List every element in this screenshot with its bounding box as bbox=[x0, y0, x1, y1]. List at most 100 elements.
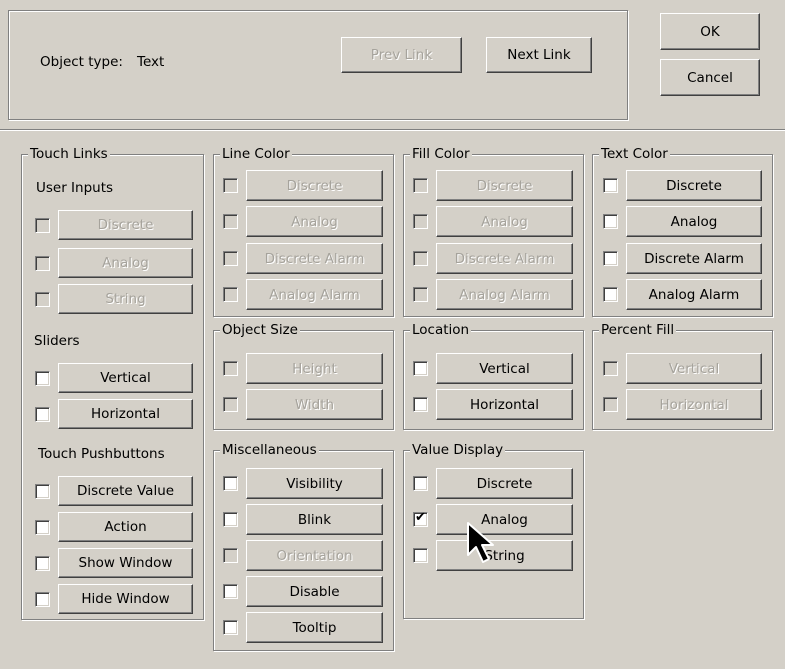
text-color-analog-alarm-label: Analog Alarm bbox=[648, 286, 740, 303]
fill-color-discrete-checkbox[interactable] bbox=[413, 178, 428, 193]
location-horizontal-label: Horizontal bbox=[470, 396, 539, 413]
pushbuttons-hide-window-button[interactable]: Hide Window bbox=[58, 584, 193, 614]
user-inputs-string-checkbox[interactable] bbox=[35, 292, 50, 307]
touch-links-title: Touch Links bbox=[28, 146, 110, 162]
pushbuttons-show-window-button[interactable]: Show Window bbox=[58, 548, 193, 578]
fill-color-analog-alarm-button[interactable]: Analog Alarm bbox=[436, 279, 573, 310]
prev-link-button[interactable]: Prev Link bbox=[341, 37, 462, 73]
sliders-vertical-checkbox[interactable] bbox=[35, 371, 50, 386]
pushbuttons-discrete-value-button[interactable]: Discrete Value bbox=[58, 476, 193, 506]
location-horizontal-checkbox[interactable] bbox=[413, 397, 428, 412]
text-color-analog-alarm-button[interactable]: Analog Alarm bbox=[626, 279, 762, 310]
misc-visibility-checkbox[interactable] bbox=[223, 476, 238, 491]
value-display-analog-checkbox[interactable]: ✔ bbox=[413, 510, 428, 527]
misc-disable-checkbox[interactable] bbox=[223, 584, 238, 599]
line-color-discrete-label: Discrete bbox=[286, 177, 343, 194]
user-inputs-string-button[interactable]: String bbox=[58, 284, 193, 314]
percent-fill-horizontal-checkbox[interactable] bbox=[603, 397, 618, 412]
user-inputs-analog-button[interactable]: Analog bbox=[58, 248, 193, 278]
misc-tooltip-checkbox[interactable] bbox=[223, 620, 238, 635]
pushbuttons-hide-window-label: Hide Window bbox=[81, 591, 170, 607]
text-color-analog-alarm-checkbox[interactable] bbox=[603, 287, 618, 302]
pushbuttons-discrete-value-checkbox[interactable] bbox=[35, 484, 50, 499]
user-inputs-discrete-button[interactable]: Discrete bbox=[58, 210, 193, 240]
object-type-label: Object type: bbox=[40, 54, 123, 70]
mouse-pointer-icon bbox=[467, 522, 494, 563]
text-color-analog-button[interactable]: Analog bbox=[626, 206, 762, 237]
pushbuttons-show-window-label: Show Window bbox=[78, 555, 173, 571]
text-color-analog-label: Analog bbox=[670, 213, 718, 230]
line-color-analog-checkbox[interactable] bbox=[223, 214, 238, 229]
fill-color-discrete-alarm-checkbox[interactable] bbox=[413, 251, 428, 266]
misc-tooltip-button[interactable]: Tooltip bbox=[246, 612, 383, 643]
percent-fill-vertical-button[interactable]: Vertical bbox=[626, 353, 762, 384]
text-color-discrete-checkbox[interactable] bbox=[603, 178, 618, 193]
location-vertical-button[interactable]: Vertical bbox=[436, 353, 573, 384]
fill-color-title: Fill Color bbox=[410, 146, 472, 162]
text-color-analog-checkbox[interactable] bbox=[603, 214, 618, 229]
text-color-discrete-button[interactable]: Discrete bbox=[626, 170, 762, 201]
misc-visibility-button[interactable]: Visibility bbox=[246, 468, 383, 499]
fill-color-analog-alarm-checkbox[interactable] bbox=[413, 287, 428, 302]
miscellaneous-title: Miscellaneous bbox=[220, 442, 319, 458]
ok-button[interactable]: OK bbox=[660, 13, 760, 50]
fill-color-discrete-alarm-button[interactable]: Discrete Alarm bbox=[436, 243, 573, 274]
line-color-discrete-alarm-checkbox[interactable] bbox=[223, 251, 238, 266]
object-size-width-button[interactable]: Width bbox=[246, 389, 383, 420]
line-color-analog-label: Analog bbox=[291, 213, 338, 230]
user-inputs-string-label: String bbox=[105, 291, 146, 307]
user-inputs-analog-label: Analog bbox=[102, 255, 149, 271]
location-vertical-label: Vertical bbox=[479, 360, 530, 377]
line-color-analog-alarm-checkbox[interactable] bbox=[223, 287, 238, 302]
location-vertical-checkbox[interactable] bbox=[413, 361, 428, 376]
pushbuttons-show-window-checkbox[interactable] bbox=[35, 556, 50, 571]
object-size-height-label: Height bbox=[292, 360, 337, 377]
line-color-discrete-alarm-button[interactable]: Discrete Alarm bbox=[246, 243, 383, 274]
object-size-title: Object Size bbox=[220, 322, 300, 338]
next-link-button[interactable]: Next Link bbox=[486, 37, 592, 73]
line-color-title: Line Color bbox=[220, 146, 292, 162]
misc-blink-button[interactable]: Blink bbox=[246, 504, 383, 535]
misc-disable-button[interactable]: Disable bbox=[246, 576, 383, 607]
percent-fill-horizontal-label: Horizontal bbox=[659, 396, 729, 413]
line-color-analog-button[interactable]: Analog bbox=[246, 206, 383, 237]
user-inputs-analog-checkbox[interactable] bbox=[35, 256, 50, 271]
header-divider bbox=[0, 129, 785, 131]
location-horizontal-button[interactable]: Horizontal bbox=[436, 389, 573, 420]
misc-blink-checkbox[interactable] bbox=[223, 512, 238, 527]
check-mark-icon: ✔ bbox=[415, 510, 426, 525]
misc-orientation-button[interactable]: Orientation bbox=[246, 540, 383, 571]
text-color-discrete-alarm-checkbox[interactable] bbox=[603, 251, 618, 266]
object-size-height-button[interactable]: Height bbox=[246, 353, 383, 384]
cancel-button[interactable]: Cancel bbox=[660, 59, 760, 96]
misc-orientation-checkbox[interactable] bbox=[223, 548, 238, 563]
line-color-analog-alarm-label: Analog Alarm bbox=[269, 286, 360, 303]
text-color-discrete-alarm-label: Discrete Alarm bbox=[644, 250, 744, 267]
fill-color-discrete-button[interactable]: Discrete bbox=[436, 170, 573, 201]
fill-color-discrete-alarm-label: Discrete Alarm bbox=[454, 250, 555, 267]
percent-fill-vertical-label: Vertical bbox=[668, 360, 720, 377]
text-color-discrete-alarm-button[interactable]: Discrete Alarm bbox=[626, 243, 762, 274]
user-inputs-discrete-label: Discrete bbox=[97, 217, 154, 233]
user-inputs-discrete-checkbox[interactable] bbox=[35, 218, 50, 233]
object-size-width-checkbox[interactable] bbox=[223, 397, 238, 412]
value-display-string-checkbox[interactable] bbox=[413, 548, 428, 563]
object-size-height-checkbox[interactable] bbox=[223, 361, 238, 376]
sliders-horizontal-button[interactable]: Horizontal bbox=[58, 399, 193, 429]
sliders-vertical-button[interactable]: Vertical bbox=[58, 363, 193, 393]
percent-fill-vertical-checkbox[interactable] bbox=[603, 361, 618, 376]
pushbuttons-hide-window-checkbox[interactable] bbox=[35, 592, 50, 607]
line-color-discrete-checkbox[interactable] bbox=[223, 178, 238, 193]
misc-visibility-label: Visibility bbox=[286, 475, 343, 492]
line-color-analog-alarm-button[interactable]: Analog Alarm bbox=[246, 279, 383, 310]
value-display-discrete-button[interactable]: Discrete bbox=[436, 468, 573, 499]
line-color-discrete-button[interactable]: Discrete bbox=[246, 170, 383, 201]
pushbuttons-action-button[interactable]: Action bbox=[58, 512, 193, 542]
value-display-discrete-checkbox[interactable] bbox=[413, 476, 428, 491]
fill-color-analog-button[interactable]: Analog bbox=[436, 206, 573, 237]
percent-fill-horizontal-button[interactable]: Horizontal bbox=[626, 389, 762, 420]
sliders-horizontal-checkbox[interactable] bbox=[35, 407, 50, 422]
fill-color-analog-checkbox[interactable] bbox=[413, 214, 428, 229]
pushbuttons-action-checkbox[interactable] bbox=[35, 520, 50, 535]
text-color-discrete-label: Discrete bbox=[666, 177, 722, 194]
